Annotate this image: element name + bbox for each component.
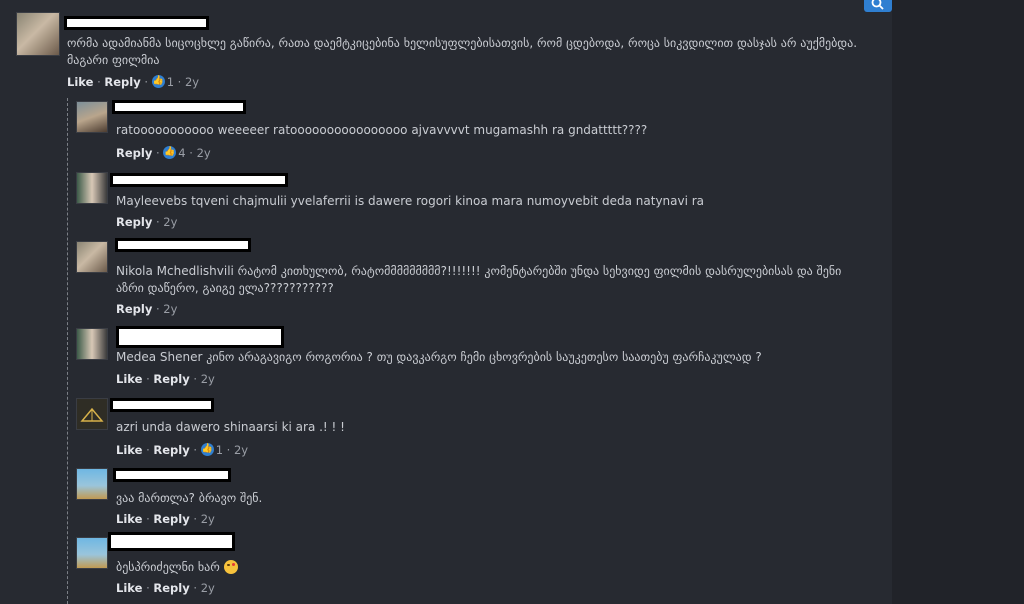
search-icon (871, 0, 884, 10)
comment-text: azri unda dawero shinaarsi ki ara .! ! ! (116, 420, 345, 434)
reply-link[interactable]: Reply (153, 581, 189, 595)
avatar[interactable] (76, 241, 108, 273)
comment-text: ბესპრიძელნი ხარ (116, 559, 238, 575)
avatar[interactable] (76, 537, 108, 569)
avatar[interactable] (76, 172, 108, 204)
thread-line (67, 98, 68, 604)
kissing-face-emoji-icon (223, 560, 238, 574)
comment-actions: Like · Reply · 1 · 2y (67, 74, 199, 89)
reply-link[interactable]: Reply (104, 75, 140, 89)
like-link[interactable]: Like (67, 75, 93, 89)
timestamp[interactable]: 2y (185, 75, 199, 89)
like-link[interactable]: Like (116, 581, 142, 595)
comment-text-line2: მაგარი ფილმია (67, 53, 160, 67)
thumbs-up-icon (151, 74, 165, 88)
comment-text: Nikola Mchedlishvili რატომ კითხულობ, რატ… (116, 264, 842, 278)
redacted-author-name (110, 173, 288, 187)
thumbs-up-icon (163, 145, 177, 159)
redacted-author-name (108, 532, 235, 551)
redacted-author-name (115, 238, 251, 252)
comment-text-value: ბესპრიძელნი ხარ (116, 560, 220, 574)
tent-logo-icon (80, 407, 104, 422)
reply-link[interactable]: Reply (153, 443, 189, 457)
reply-link[interactable]: Reply (116, 146, 152, 160)
reply-link[interactable]: Reply (116, 302, 152, 316)
redacted-author-name (116, 326, 284, 348)
reply-link[interactable]: Reply (153, 512, 189, 526)
timestamp[interactable]: 2y (201, 372, 215, 386)
comment-actions: Reply · 4 · 2y (116, 145, 211, 160)
reply-link[interactable]: Reply (153, 372, 189, 386)
timestamp[interactable]: 2y (234, 443, 248, 457)
avatar[interactable] (16, 12, 60, 56)
thumbs-up-icon (200, 442, 214, 456)
comment-actions: Like · Reply · 1 · 2y (116, 442, 248, 457)
timestamp[interactable]: 2y (163, 215, 177, 229)
avatar[interactable] (76, 398, 108, 430)
timestamp[interactable]: 2y (197, 146, 211, 160)
reply-link[interactable]: Reply (116, 215, 152, 229)
reaction-count[interactable]: 1 (216, 443, 223, 457)
avatar[interactable] (76, 101, 108, 133)
search-button[interactable] (864, 0, 892, 12)
redacted-author-name (112, 100, 246, 114)
timestamp[interactable]: 2y (201, 581, 215, 595)
like-link[interactable]: Like (116, 512, 142, 526)
comment-text: Mayleevebs tqveni chajmulii yvelaferrii … (116, 194, 705, 208)
comment-actions: Reply · 2y (116, 215, 178, 229)
comment-text: ratooooooooooo weeeeer ratoooooooooooooo… (116, 123, 648, 137)
redacted-author-name (113, 468, 231, 482)
reaction-count[interactable]: 4 (178, 146, 185, 160)
avatar[interactable] (76, 328, 108, 360)
like-link[interactable]: Like (116, 443, 142, 457)
redacted-author-name (64, 16, 209, 30)
redacted-author-name (110, 398, 214, 412)
comment-actions: Like · Reply · 2y (116, 372, 215, 386)
reaction-count[interactable]: 1 (167, 75, 174, 89)
timestamp[interactable]: 2y (201, 512, 215, 526)
comments-panel: ორმა ადამიანმა სიცოცხლე გაწირა, რათა დაე… (0, 0, 892, 604)
comment-text: ვაა მართლა? ბრავო შენ. (116, 491, 263, 505)
comment-actions: Like · Reply · 2y (116, 512, 215, 526)
comment-actions: Reply · 2y (116, 302, 178, 316)
comment-actions: Like · Reply · 2y (116, 581, 215, 595)
avatar[interactable] (76, 468, 108, 500)
right-rail (892, 0, 1024, 604)
comment-text: ორმა ადამიანმა სიცოცხლე გაწირა, რათა დაე… (67, 36, 858, 50)
like-link[interactable]: Like (116, 372, 142, 386)
timestamp[interactable]: 2y (163, 302, 177, 316)
comment-text-line2: აზრი დაწერო, გაიგე ელა??????????? (116, 281, 334, 295)
comment-text: Medea Shener კინო არაგავიგო როგორია ? თუ… (116, 350, 762, 364)
